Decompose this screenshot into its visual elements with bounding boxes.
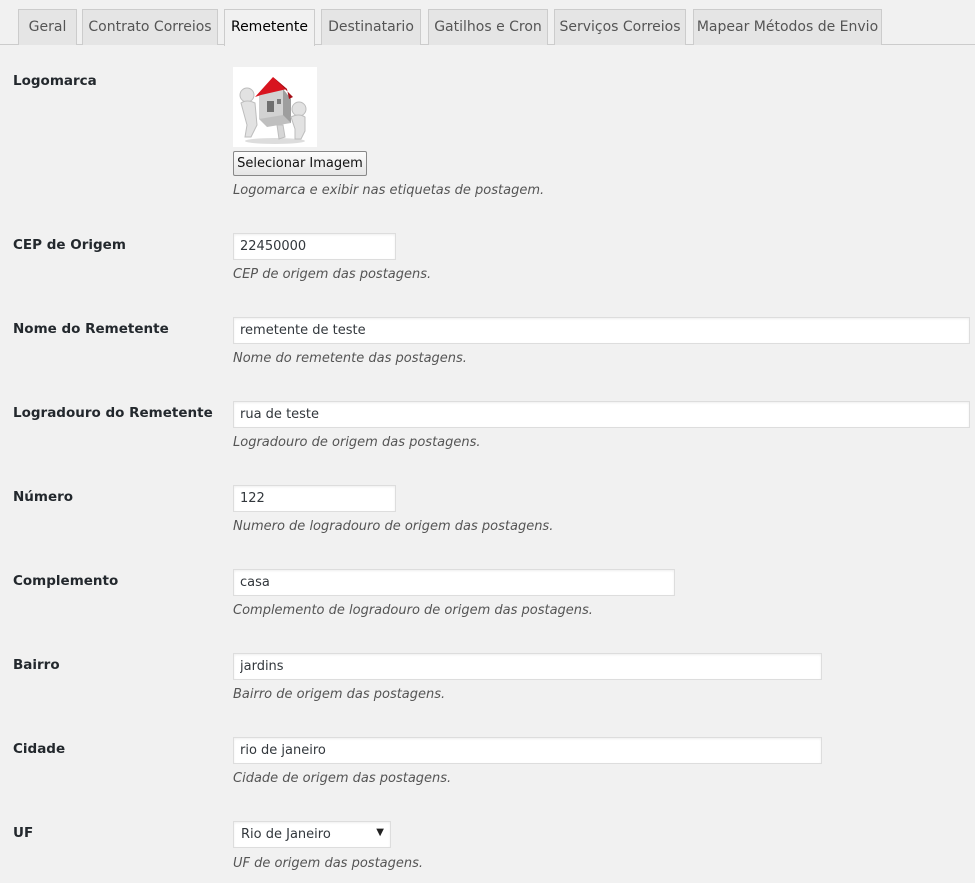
- complemento-description: Complemento de logradouro de origem das …: [233, 603, 593, 618]
- chevron-down-icon: ▼: [376, 827, 384, 838]
- bairro-input[interactable]: [233, 653, 822, 680]
- complemento-label: Complemento: [13, 573, 119, 589]
- numero-label: Número: [13, 489, 74, 505]
- uf-select[interactable]: Rio de Janeiro ▼: [233, 821, 391, 848]
- tab-servicos-correios[interactable]: Serviços Correios: [554, 9, 686, 45]
- uf-selected-value: Rio de Janeiro: [241, 827, 331, 842]
- tab-gatilhos-e-cron[interactable]: Gatilhos e Cron: [428, 9, 548, 45]
- nome-input[interactable]: [233, 317, 970, 344]
- complemento-input[interactable]: [233, 569, 675, 596]
- logradouro-description: Logradouro de origem das postagens.: [233, 435, 481, 450]
- tab-geral[interactable]: Geral: [18, 9, 77, 45]
- house-carried-by-figures-icon: [233, 67, 317, 147]
- tab-remetente[interactable]: Remetente: [224, 9, 315, 46]
- nome-description: Nome do remetente das postagens.: [233, 351, 467, 366]
- cidade-input[interactable]: [233, 737, 822, 764]
- uf-label: UF: [13, 825, 34, 841]
- cidade-description: Cidade de origem das postagens.: [233, 771, 452, 786]
- logomarca-label: Logomarca: [13, 73, 97, 89]
- cidade-label: Cidade: [13, 741, 66, 757]
- bairro-label: Bairro: [13, 657, 60, 673]
- logradouro-input[interactable]: [233, 401, 970, 428]
- cep-label: CEP de Origem: [13, 237, 126, 253]
- logradouro-label: Logradouro do Remetente: [13, 405, 213, 421]
- bairro-description: Bairro de origem das postagens.: [233, 687, 446, 702]
- tab-destinatario[interactable]: Destinatario: [321, 9, 421, 45]
- logomarca-description: Logomarca e exibir nas etiquetas de post…: [233, 183, 545, 198]
- uf-description: UF de origem das postagens.: [233, 856, 424, 871]
- settings-tabs: Geral Contrato Correios Remetente Destin…: [0, 0, 975, 46]
- cep-input[interactable]: [233, 233, 396, 260]
- numero-description: Numero de logradouro de origem das posta…: [233, 519, 554, 534]
- nome-label: Nome do Remetente: [13, 321, 169, 337]
- tab-mapear-metodos-de-envio[interactable]: Mapear Métodos de Envio: [693, 9, 882, 45]
- tab-contrato-correios[interactable]: Contrato Correios: [82, 9, 218, 45]
- cep-description: CEP de origem das postagens.: [233, 267, 432, 282]
- numero-input[interactable]: [233, 485, 396, 512]
- select-image-button[interactable]: Selecionar Imagem: [233, 151, 367, 176]
